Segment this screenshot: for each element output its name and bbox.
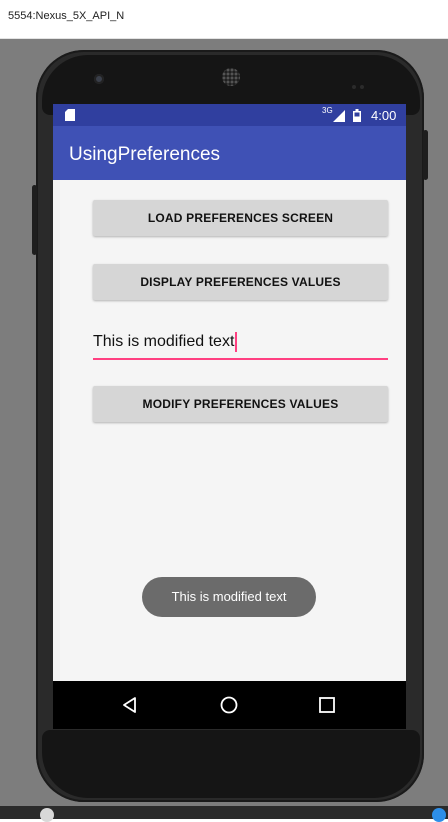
navigation-bar	[53, 681, 406, 729]
signal-icon	[333, 110, 345, 122]
host-taskbar	[0, 806, 448, 819]
device-screen: 3G 4:00 UsingPreferences LOAD PREFERENCE…	[53, 104, 406, 729]
preference-text-input[interactable]: This is modified text	[93, 328, 388, 360]
sd-card-icon	[65, 109, 75, 121]
status-bar: 3G 4:00	[53, 104, 406, 126]
speaker-grille	[222, 68, 240, 86]
recents-icon[interactable]	[317, 695, 337, 715]
phone-bottom-bezel	[42, 730, 420, 798]
back-icon[interactable]	[120, 695, 140, 715]
window-titlebar: 5554:Nexus_5X_API_N	[0, 0, 448, 39]
modify-preferences-values-button[interactable]: MODIFY PREFERENCES VALUES	[93, 386, 388, 422]
display-preferences-values-button[interactable]: DISPLAY PREFERENCES VALUES	[93, 264, 388, 300]
toast-message: This is modified text	[142, 577, 316, 617]
battery-icon	[353, 109, 361, 122]
app-title: UsingPreferences	[69, 144, 221, 165]
network-type: 3G	[322, 106, 333, 115]
host-taskbar-icon[interactable]	[40, 808, 54, 822]
power-button[interactable]	[423, 130, 428, 180]
volume-button[interactable]	[32, 185, 37, 255]
text-input-value: This is modified text	[93, 332, 238, 352]
front-camera	[94, 74, 104, 84]
clock: 4:00	[371, 108, 397, 123]
host-taskbar-badge[interactable]	[432, 808, 446, 822]
home-icon[interactable]	[219, 695, 239, 715]
app-bar: UsingPreferences	[53, 126, 406, 180]
window-title: 5554:Nexus_5X_API_N	[8, 10, 125, 22]
load-preferences-screen-button[interactable]: LOAD PREFERENCES SCREEN	[93, 200, 388, 236]
sensor-dots	[352, 76, 370, 89]
text-cursor	[235, 332, 238, 352]
